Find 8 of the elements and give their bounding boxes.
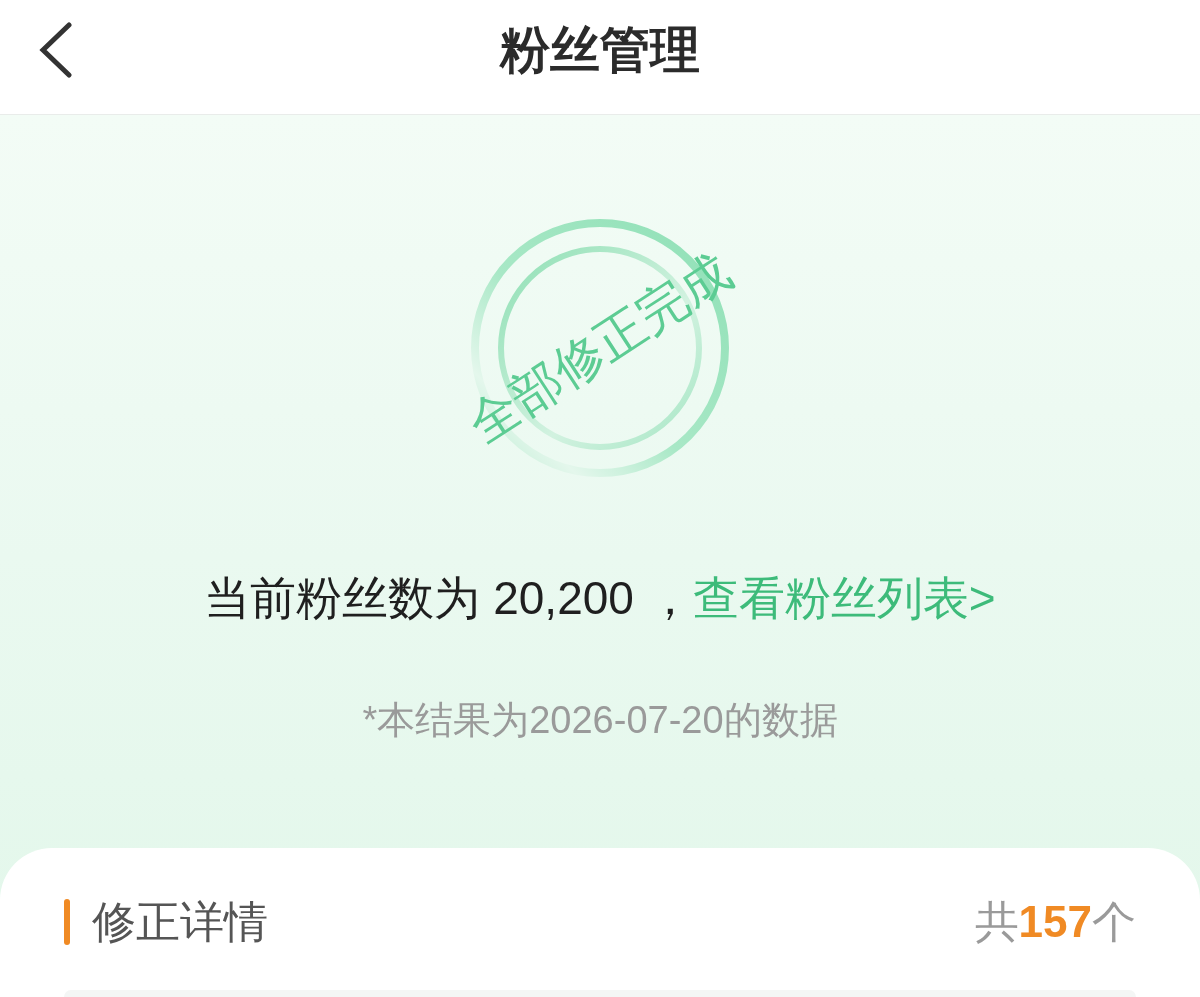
section-title: 修正详情 [92,896,268,948]
section-accent-bar [64,899,70,945]
page-title: 粉丝管理 [500,25,700,75]
total-count: 共157个 [974,896,1136,948]
fan-count-text: 当前粉丝数为 20,200 ，查看粉丝列表> [204,571,996,626]
back-chevron-icon [38,22,72,78]
fan-list-link[interactable]: 查看粉丝列表> [692,572,996,624]
data-date-note: *本结果为2026-07-20的数据 [362,698,838,743]
